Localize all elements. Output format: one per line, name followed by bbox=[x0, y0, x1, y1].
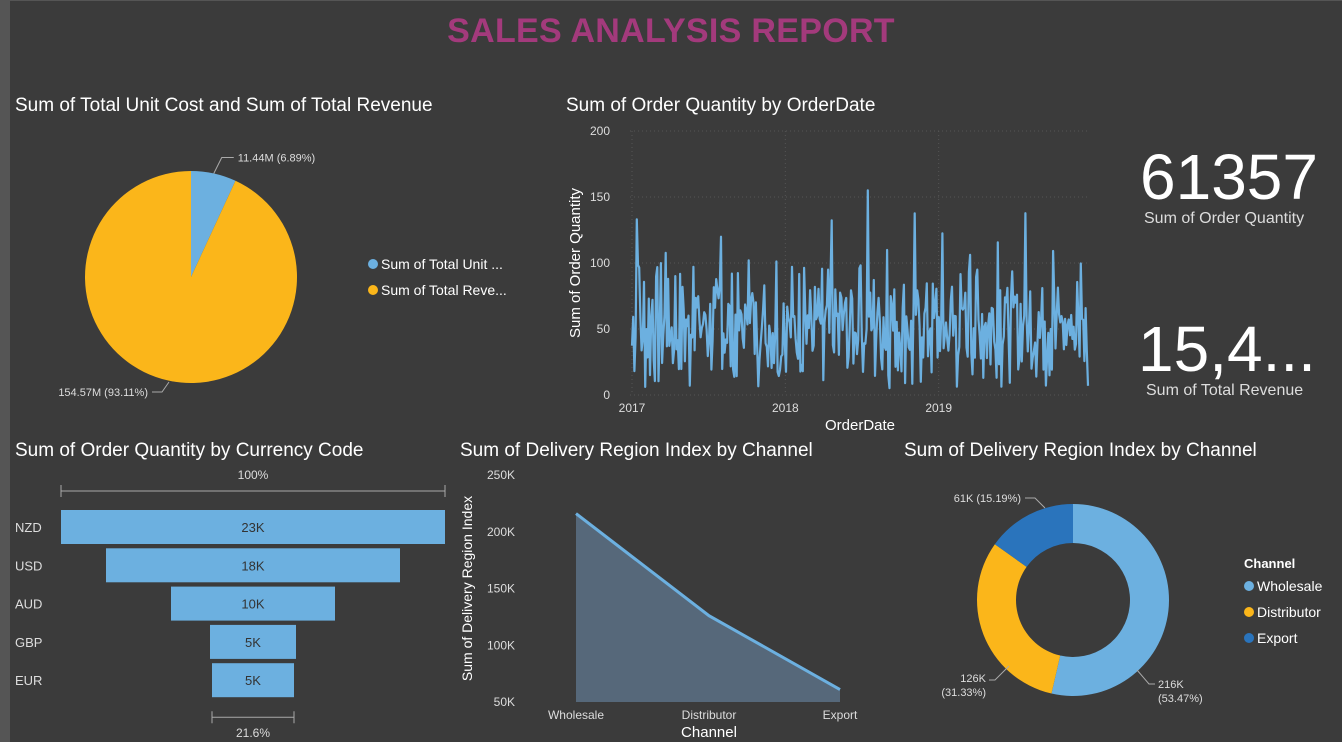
line-chart-title: Sum of Order Quantity by OrderDate bbox=[566, 95, 876, 116]
donut-legend-marker bbox=[1244, 607, 1254, 617]
area-y-axis-title: Sum of Delivery Region Index bbox=[459, 496, 475, 681]
funnel-category-label: AUD bbox=[15, 597, 42, 612]
funnel-chart-title: Sum of Order Quantity by Currency Code bbox=[15, 440, 364, 461]
line-y-tick-label: 0 bbox=[603, 388, 610, 402]
funnel-category-label: NZD bbox=[15, 520, 42, 535]
pie-slice bbox=[84, 171, 297, 383]
funnel-value-label: 10K bbox=[241, 597, 264, 612]
area-x-axis-title: Channel bbox=[681, 724, 737, 741]
donut-data-label: (53.47%) bbox=[1158, 693, 1203, 705]
donut-data-label: (31.33%) bbox=[941, 687, 986, 699]
line-y-tick-label: 200 bbox=[590, 124, 610, 138]
line-x-tick-label: 2017 bbox=[619, 401, 646, 415]
quantity-card-label: Sum of Order Quantity bbox=[1144, 210, 1305, 227]
area-y-tick-label: 250K bbox=[487, 468, 515, 482]
pie-data-label: 11.44M (6.89%) bbox=[238, 152, 315, 164]
funnel-value-label: 5K bbox=[245, 673, 261, 688]
line-chart[interactable]: 200 150 100 50 0 2017 2018 2019 OrderDate Sum of … bbox=[560, 120, 1120, 440]
funnel-value-label: 23K bbox=[241, 520, 264, 535]
donut-legend-label: Export bbox=[1257, 630, 1298, 646]
area-x-tick-label: Export bbox=[823, 708, 858, 722]
area-x-tick-label: Wholesale bbox=[548, 708, 604, 722]
donut-label-leader bbox=[1025, 497, 1046, 509]
line-y-tick-label: 100 bbox=[590, 256, 610, 270]
revenue-card-value: 15,4... bbox=[1138, 313, 1316, 385]
pie-legend-marker-revenue bbox=[368, 285, 378, 295]
funnel-top-percent: 100% bbox=[238, 468, 269, 482]
funnel-value-label: 5K bbox=[245, 635, 261, 650]
pie-chart[interactable]: 11.44M (6.89%) 154.57M (93.11%) bbox=[0, 130, 560, 420]
donut-legend-label: Wholesale bbox=[1257, 578, 1323, 594]
area-y-tick-label: 200K bbox=[487, 525, 515, 539]
donut-legend-label: Distributor bbox=[1257, 604, 1321, 620]
area-y-tick-label: 150K bbox=[487, 582, 515, 596]
line-y-tick-label: 150 bbox=[590, 190, 610, 204]
donut-data-label: 216K bbox=[1158, 679, 1184, 691]
funnel-value-label: 18K bbox=[241, 558, 264, 573]
donut-chart-title: Sum of Delivery Region Index by Channel bbox=[904, 440, 1257, 461]
pie-legend-label: Sum of Total Reve... bbox=[381, 282, 507, 298]
pie-legend-item-unit-cost[interactable]: Sum of Total Unit ... bbox=[368, 256, 503, 272]
area-y-tick-label: 100K bbox=[487, 638, 515, 652]
area-chart[interactable]: 250K 200K 150K 100K 50K Wholesale Distributor E… bbox=[455, 460, 895, 742]
donut-legend-marker bbox=[1244, 633, 1254, 643]
funnel-category-label: USD bbox=[15, 558, 42, 573]
pie-legend-item-revenue[interactable]: Sum of Total Reve... bbox=[368, 282, 507, 298]
donut-chart[interactable]: 61K (15.19%) 126K (31.33%) 216K (53.47%) Chan… bbox=[900, 460, 1340, 742]
pie-data-label: 154.57M (93.11%) bbox=[58, 387, 148, 399]
donut-data-label: 126K bbox=[960, 673, 986, 685]
area-fill bbox=[576, 513, 840, 702]
donut-legend-marker bbox=[1244, 581, 1254, 591]
line-x-tick-label: 2018 bbox=[772, 401, 799, 415]
line-series bbox=[630, 189, 1090, 390]
pie-label-leader bbox=[152, 381, 170, 393]
area-x-tick-label: Distributor bbox=[682, 708, 737, 722]
pie-label-leader bbox=[213, 156, 234, 174]
line-x-axis-title: OrderDate bbox=[825, 417, 895, 434]
revenue-card-label: Sum of Total Revenue bbox=[1146, 382, 1304, 399]
funnel-bottom-percent: 21.6% bbox=[236, 726, 270, 740]
funnel-category-label: EUR bbox=[15, 673, 42, 688]
funnel-category-label: GBP bbox=[15, 635, 42, 650]
line-y-tick-label: 50 bbox=[597, 322, 611, 336]
area-y-tick-label: 50K bbox=[494, 695, 515, 709]
quantity-card-value: 61357 bbox=[1140, 141, 1318, 213]
donut-data-label: 61K (15.19%) bbox=[954, 493, 1021, 505]
pie-legend-label: Sum of Total Unit ... bbox=[381, 256, 503, 272]
line-y-axis-title: Sum of Order Quantity bbox=[567, 187, 584, 338]
donut-legend-title: Channel bbox=[1244, 556, 1295, 571]
report-title: SALES ANALYSIS REPORT bbox=[447, 12, 895, 50]
area-chart-title: Sum of Delivery Region Index by Channel bbox=[460, 440, 813, 461]
donut-slice bbox=[977, 544, 1061, 694]
donut-label-leader bbox=[1136, 669, 1155, 685]
funnel-chart[interactable]: 100% 23K NZD 18K USD 10K AUD 5K GBP 5K EUR 21.6% bbox=[0, 460, 460, 742]
pie-chart-title: Sum of Total Unit Cost and Sum of Total … bbox=[15, 95, 433, 116]
line-x-tick-label: 2019 bbox=[925, 401, 952, 415]
pie-legend-marker-unit-cost bbox=[368, 259, 378, 269]
